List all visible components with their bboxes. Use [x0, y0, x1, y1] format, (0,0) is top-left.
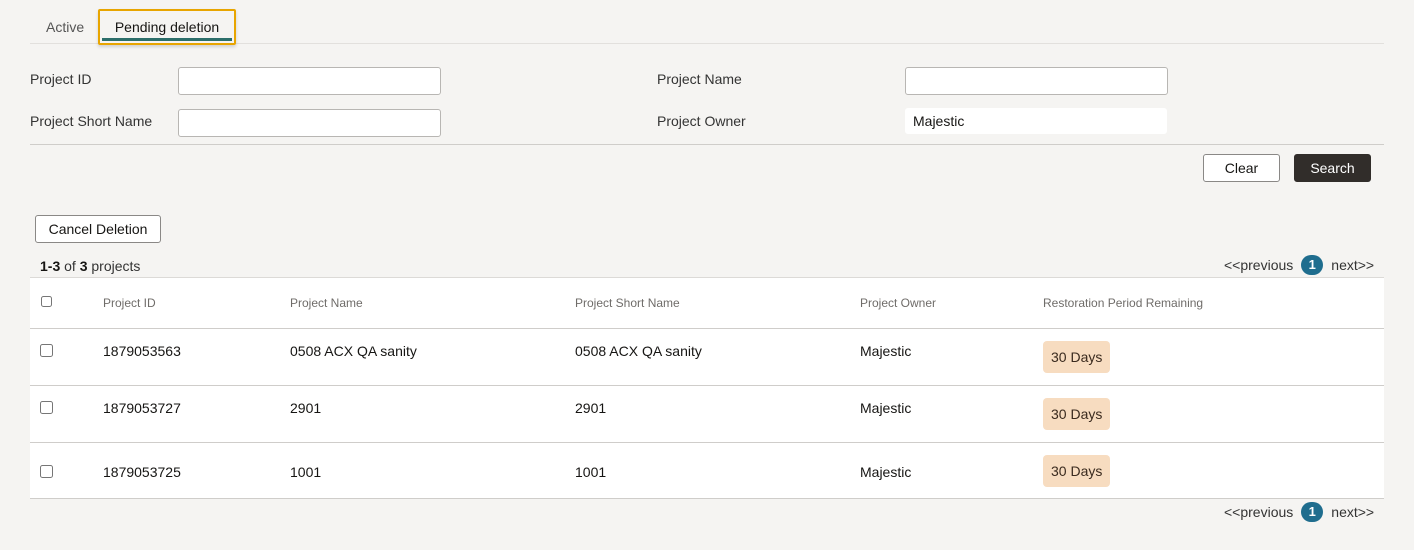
- clear-button[interactable]: Clear: [1203, 154, 1280, 182]
- cell-project-name: 1001: [290, 464, 322, 480]
- results-count: 1-3 of 3 projects: [40, 258, 140, 274]
- row-checkbox[interactable]: [40, 344, 53, 357]
- filter-divider: [30, 144, 1384, 145]
- row-checkbox[interactable]: [40, 401, 53, 414]
- column-header-project-name[interactable]: Project Name: [290, 296, 363, 310]
- select-all-checkbox[interactable]: [41, 296, 52, 307]
- tab-active[interactable]: Active: [46, 10, 84, 44]
- cell-project-owner: Majestic: [860, 400, 912, 416]
- cancel-deletion-button[interactable]: Cancel Deletion: [35, 215, 161, 243]
- cell-project-id: 1879053727: [103, 400, 181, 416]
- tab-pending-deletion[interactable]: Pending deletion: [102, 13, 232, 41]
- pager-bottom: <<previous 1 next>>: [1224, 502, 1374, 522]
- project-id-input[interactable]: [178, 67, 441, 95]
- pager-previous-link[interactable]: <<previous: [1224, 504, 1293, 520]
- tab-bar: Active Pending deletion: [30, 9, 1384, 45]
- pager-next-link[interactable]: next>>: [1331, 257, 1374, 273]
- column-header-project-short-name[interactable]: Project Short Name: [575, 296, 680, 310]
- cell-project-name: 0508 ACX QA sanity: [290, 343, 417, 359]
- cell-project-short-name: 0508 ACX QA sanity: [575, 343, 702, 359]
- restoration-badge: 30 Days: [1043, 455, 1111, 487]
- results-suffix: projects: [91, 258, 141, 274]
- projects-table: Project ID Project Name Project Short Na…: [30, 277, 1384, 499]
- restoration-badge: 30 Days: [1043, 341, 1111, 373]
- project-owner-label: Project Owner: [657, 113, 746, 129]
- project-short-name-input[interactable]: [178, 109, 441, 137]
- page: Active Pending deletion Project ID Proje…: [0, 0, 1414, 550]
- cell-project-short-name: 2901: [575, 400, 607, 416]
- tab-focus-ring: Pending deletion: [98, 9, 236, 45]
- search-button[interactable]: Search: [1294, 154, 1371, 182]
- table-row: 1879053727 2901 2901 Majestic 30 Days: [30, 386, 1384, 443]
- column-header-project-id[interactable]: Project ID: [103, 296, 156, 310]
- project-id-label: Project ID: [30, 71, 92, 87]
- pager-top: <<previous 1 next>>: [1224, 255, 1374, 275]
- pager-page-badge[interactable]: 1: [1301, 502, 1324, 522]
- table-header: Project ID Project Name Project Short Na…: [30, 278, 1384, 329]
- table-row: 1879053563 0508 ACX QA sanity 0508 ACX Q…: [30, 329, 1384, 386]
- cell-project-id: 1879053563: [103, 343, 181, 359]
- cell-project-owner: Majestic: [860, 343, 912, 359]
- cell-project-id: 1879053725: [103, 464, 181, 480]
- restoration-badge: 30 Days: [1043, 398, 1111, 430]
- project-owner-input[interactable]: [905, 108, 1167, 134]
- row-checkbox[interactable]: [40, 465, 53, 478]
- cell-project-short-name: 1001: [575, 464, 607, 480]
- pager-previous-link[interactable]: <<previous: [1224, 257, 1293, 273]
- table-row: 1879053725 1001 1001 Majestic 30 Days: [30, 443, 1384, 499]
- pager-next-link[interactable]: next>>: [1331, 504, 1374, 520]
- results-range: 1-3: [40, 258, 61, 274]
- cell-project-owner: Majestic: [860, 464, 912, 480]
- column-header-restoration-period[interactable]: Restoration Period Remaining: [1043, 296, 1203, 310]
- results-total: 3: [79, 258, 88, 274]
- results-of: of: [64, 258, 76, 274]
- pager-page-badge[interactable]: 1: [1301, 255, 1324, 275]
- project-short-name-label: Project Short Name: [30, 113, 153, 129]
- project-name-input[interactable]: [905, 67, 1168, 95]
- project-name-label: Project Name: [657, 71, 742, 87]
- column-header-project-owner[interactable]: Project Owner: [860, 296, 936, 310]
- cell-project-name: 2901: [290, 400, 322, 416]
